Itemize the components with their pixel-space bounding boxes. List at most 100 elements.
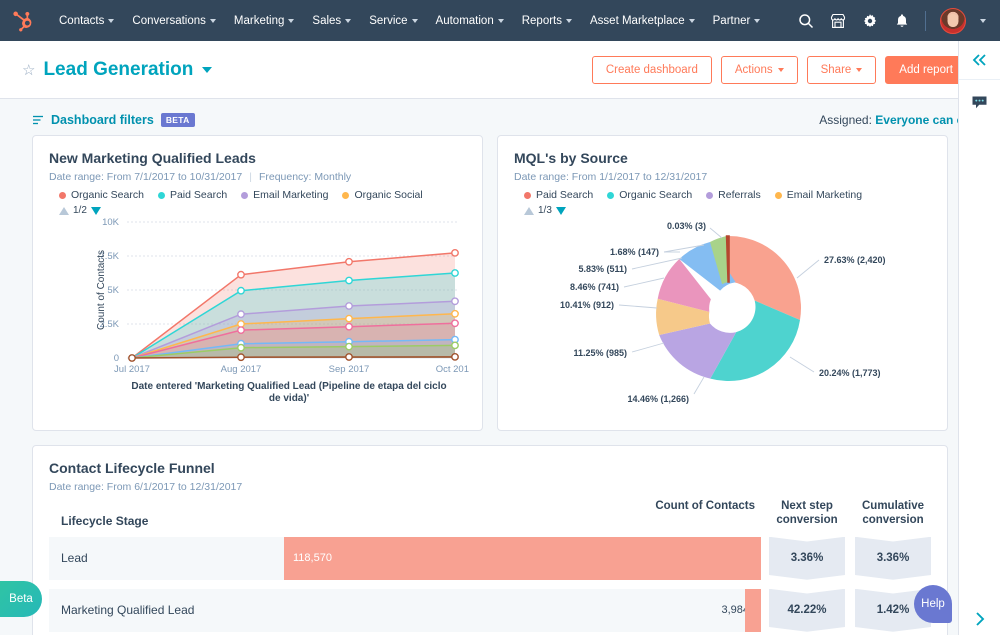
- area-chart-plot: 10K 7.5K 5K 2.5K 0 Count of Contacts Jul…: [96, 217, 474, 404]
- next-step-conversion-cell: 3.36%: [769, 536, 845, 580]
- collapse-sidebar-button[interactable]: [959, 41, 1000, 80]
- slice-label-6: 8.46% (741): [570, 282, 619, 292]
- create-dashboard-button[interactable]: Create dashboard: [591, 55, 712, 84]
- funnel-metric-headers: Count of Contacts Next step conversion C…: [651, 499, 931, 528]
- chevron-double-left-icon: [972, 54, 986, 66]
- nav-item-asset-marketplace[interactable]: Asset Marketplace: [581, 9, 704, 33]
- legend-label: Organic Search: [619, 189, 693, 201]
- legend-color-dot: [774, 191, 782, 199]
- pager-count: 1/3: [538, 205, 552, 216]
- chevron-down-icon: [345, 18, 352, 23]
- chevron-down-icon: [777, 67, 784, 72]
- card-meta: Date range: From 1/1/2017 to 12/31/2017: [514, 171, 931, 183]
- legend-color-dot: [607, 191, 615, 199]
- slice-label-3: 14.46% (1,266): [627, 394, 689, 404]
- chevron-down-icon: [754, 18, 761, 23]
- button-label: Add report: [899, 63, 953, 76]
- donut-slices: [656, 235, 802, 382]
- right-sidebar: [958, 41, 1000, 635]
- x-tick-2: Sep 2017: [329, 364, 370, 375]
- nav-item-contacts[interactable]: Contacts: [50, 9, 123, 33]
- nav-item-reports[interactable]: Reports: [513, 9, 581, 33]
- actions-button[interactable]: Actions: [720, 55, 798, 84]
- legend-item-organic-social[interactable]: Organic Social: [342, 189, 423, 201]
- card-meta: Date range: From 6/1/2017 to 12/31/2017: [49, 481, 931, 493]
- chevron-down-icon: [688, 18, 695, 23]
- nav-right-icons: [797, 7, 990, 34]
- nav-item-partner[interactable]: Partner: [704, 9, 770, 33]
- x-axis-title-line1: Date entered 'Marketing Qualified Lead (…: [131, 381, 446, 392]
- legend-item-email-marketing[interactable]: Email Marketing: [774, 189, 862, 201]
- page-down-icon[interactable]: [555, 206, 566, 215]
- nav-item-automation[interactable]: Automation: [427, 9, 513, 33]
- button-label: Actions: [734, 63, 773, 76]
- header-actions: Create dashboard Actions Share Add repor…: [591, 55, 978, 84]
- next-step-conversion-cell: 42.22%: [769, 588, 845, 632]
- nav-item-marketing[interactable]: Marketing: [225, 9, 304, 33]
- button-label: Share: [820, 63, 852, 76]
- card-title: Contact Lifecycle Funnel: [49, 460, 215, 476]
- chevron-down-icon: [209, 18, 216, 23]
- hubspot-sprocket-icon[interactable]: [8, 6, 38, 36]
- table-row[interactable]: Lead 118,570 3.36% 3.36%: [49, 536, 931, 580]
- search-icon[interactable]: [797, 12, 815, 30]
- funnel-column-headers: Lifecycle Stage Count of Contacts Next s…: [49, 499, 931, 528]
- nav-label: Conversations: [132, 14, 206, 27]
- bell-icon[interactable]: [893, 12, 911, 30]
- legend-item-referrals[interactable]: Referrals: [706, 189, 761, 201]
- beta-feedback-button[interactable]: Beta: [0, 581, 42, 617]
- date-range: Date range: From 6/1/2017 to 12/31/2017: [49, 481, 243, 493]
- avatar[interactable]: [940, 7, 966, 34]
- column-header-count: Count of Contacts: [655, 500, 755, 512]
- legend-item-email-marketing[interactable]: Email Marketing: [241, 189, 328, 201]
- slice-label-5: 10.41% (912): [560, 300, 614, 310]
- y-tick-5k: 5K: [107, 285, 119, 296]
- legend-item-paid-search[interactable]: Paid Search: [524, 189, 593, 201]
- legend-item-paid-search[interactable]: Paid Search: [157, 189, 228, 201]
- meta-divider: |: [249, 171, 252, 183]
- legend-label: Referrals: [718, 189, 761, 201]
- dashboard-filters-toggle[interactable]: Dashboard filters BETA: [32, 113, 195, 127]
- x-tick-3: Oct 2017: [436, 364, 469, 375]
- chevron-down-icon: [856, 67, 863, 72]
- page-up-icon[interactable]: [524, 206, 534, 215]
- nav-item-service[interactable]: Service: [360, 9, 426, 33]
- comments-button[interactable]: [959, 80, 1000, 124]
- dashboard-filter-bar: Dashboard filters BETA Assigned: Everyon…: [0, 99, 1000, 135]
- legend-label: Paid Search: [536, 189, 594, 201]
- chevron-down-icon[interactable]: [202, 66, 213, 73]
- nav-item-conversations[interactable]: Conversations: [123, 9, 225, 33]
- gear-icon[interactable]: [861, 12, 879, 30]
- favorite-star-icon[interactable]: ☆: [22, 61, 35, 79]
- table-row[interactable]: Marketing Qualified Lead 3,984 42.22% 1.…: [49, 588, 931, 632]
- page-title[interactable]: Lead Generation: [43, 59, 193, 81]
- funnel-bar-value: 118,570: [293, 552, 332, 565]
- slice-label-7: 5.83% (511): [578, 264, 627, 274]
- chart-legend: Paid Search Organic Search Referrals Ema…: [514, 189, 931, 201]
- legend-label: Organic Search: [71, 189, 144, 201]
- share-button[interactable]: Share: [806, 55, 877, 84]
- dashboard-body: New Marketing Qualified Leads Date range…: [0, 135, 1000, 635]
- chevron-down-icon: [288, 18, 295, 23]
- expand-panel-button[interactable]: [959, 611, 1000, 627]
- legend-color-dot: [342, 191, 350, 199]
- chevron-down-icon[interactable]: [980, 18, 986, 23]
- help-button[interactable]: Help: [914, 585, 952, 623]
- x-axis-title-line2: de vida)': [269, 393, 309, 404]
- report-card-new-mql: New Marketing Qualified Leads Date range…: [32, 135, 483, 431]
- column-header-cumulative-conversion: Cumulative conversion: [855, 499, 931, 528]
- marketplace-icon[interactable]: [829, 12, 847, 30]
- legend-label: Email Marketing: [253, 189, 329, 201]
- legend-item-organic-search[interactable]: Organic Search: [607, 189, 692, 201]
- nav-divider: [925, 10, 926, 31]
- donut-chart-plot: 27.63% (2,420) 20.24% (1,773) 14.46% (1,…: [560, 221, 886, 404]
- legend-label: Paid Search: [169, 189, 228, 201]
- card-title: MQL's by Source: [514, 150, 628, 166]
- nav-item-sales[interactable]: Sales: [303, 9, 360, 33]
- dashboard-row-1: New Marketing Qualified Leads Date range…: [32, 135, 978, 431]
- legend-item-organic-search[interactable]: Organic Search: [59, 189, 144, 201]
- slice-label-9: 0.03% (3): [667, 221, 706, 231]
- column-header-lifecycle-stage: Lifecycle Stage: [61, 513, 149, 528]
- slice-label-4: 11.25% (985): [573, 348, 627, 358]
- cumulative-conversion-cell: 3.36%: [855, 536, 931, 580]
